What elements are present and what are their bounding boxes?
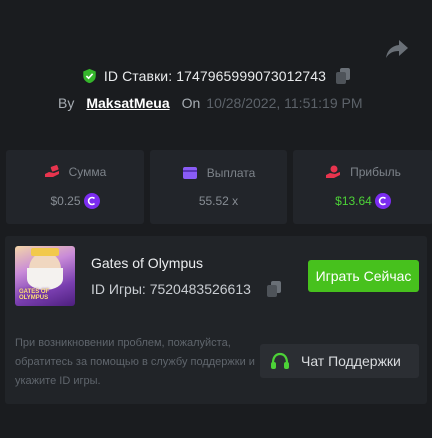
shield-check-icon	[83, 68, 96, 84]
stat-payout-value: 55.52 x	[198, 194, 239, 208]
game-card: GATES OF OLYMPUS Gates of Olympus ID Игр…	[5, 236, 427, 404]
stat-profit-label: Прибыль	[350, 165, 401, 179]
bet-id-label: ID Ставки:	[103, 68, 173, 84]
username-link[interactable]: MaksatMeua	[86, 95, 169, 111]
by-label: By	[58, 95, 75, 111]
support-help-text: При возникновении проблем, пожалуйста, о…	[15, 337, 255, 387]
profit-hand-icon	[326, 165, 341, 178]
stat-payout-label: Выплата	[206, 166, 256, 180]
stat-amount: Сумма $0.25	[6, 150, 144, 224]
game-id-row: ID Игры: 7520483526613	[91, 281, 281, 297]
support-chat-label: Чат Поддержки	[301, 353, 401, 369]
game-thumbnail[interactable]: GATES OF OLYMPUS	[15, 246, 75, 306]
copy-icon[interactable]	[266, 281, 281, 297]
stat-amount-value: $0.25	[50, 194, 81, 208]
bet-stats: Сумма $0.25 Выплата 55.52 x Прибыль $13.…	[6, 150, 432, 224]
game-logo: GATES OF OLYMPUS	[19, 289, 50, 301]
thumb-beard	[27, 268, 63, 290]
play-now-button[interactable]: Играть Сейчас	[308, 260, 419, 292]
stat-profit-value: $13.64	[335, 194, 372, 208]
stat-payout: Выплата 55.52 x	[150, 150, 287, 224]
share-icon[interactable]	[385, 38, 409, 60]
on-label: On	[181, 95, 201, 111]
bet-id-row: ID Ставки: 1747965999073012743	[0, 68, 432, 84]
wallet-card-icon	[182, 167, 197, 179]
thumb-crown	[31, 248, 59, 256]
copy-icon[interactable]	[336, 68, 351, 84]
game-id-value: 7520483526613	[149, 281, 251, 297]
bet-author-row: By MaksatMeua On 10/28/2022, 11:51:19 PM	[58, 95, 363, 111]
game-title: Gates of Olympus	[91, 255, 204, 271]
coin-icon	[83, 193, 100, 209]
game-id-label: ID Игры:	[91, 281, 146, 297]
coin-icon	[374, 193, 391, 209]
stat-amount-label: Сумма	[68, 165, 107, 179]
stat-profit: Прибыль $13.64	[293, 150, 432, 224]
bet-datetime: 10/28/2022, 11:51:19 PM	[206, 95, 363, 111]
money-hand-icon	[44, 165, 59, 177]
support-chat-button[interactable]: Чат Поддержки	[260, 344, 419, 378]
bet-id-value: 1747965999073012743	[176, 68, 327, 84]
headset-icon	[271, 352, 289, 369]
